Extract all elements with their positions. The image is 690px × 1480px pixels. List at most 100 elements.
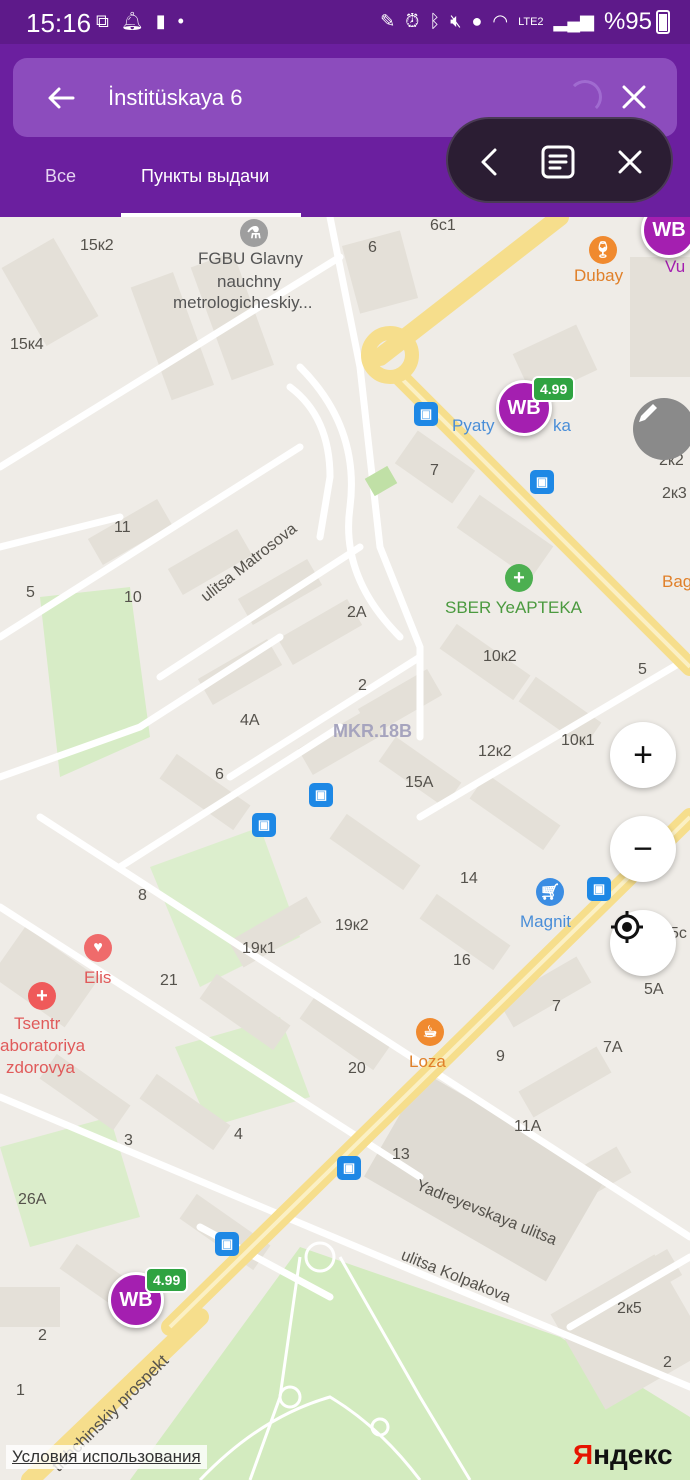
- network-label: LTE2: [518, 15, 544, 28]
- price-badge[interactable]: 4.99: [145, 1267, 189, 1293]
- location-icon: ●: [471, 11, 483, 31]
- district-label: MKR.18B: [333, 721, 413, 741]
- house-number: 4: [234, 1126, 243, 1143]
- house-number: 20: [348, 1060, 366, 1077]
- house-number: 2: [663, 1354, 672, 1371]
- close-icon[interactable]: [610, 142, 650, 182]
- house-number: 15к4: [10, 336, 44, 353]
- house-number: 10к1: [561, 732, 595, 749]
- house-number: 7А: [603, 1039, 623, 1056]
- house-number: 8: [138, 887, 147, 904]
- poi-label[interactable]: zdorovya: [6, 1058, 75, 1078]
- notification-icons: ⧉ 🔔︎ ▮ •: [96, 11, 184, 32]
- bluetooth-icon: ᛒ: [429, 11, 441, 31]
- bus-stop-icon[interactable]: ▣: [587, 877, 611, 901]
- alarm-icon: ⏰︎: [405, 11, 420, 31]
- signal-icon: ▂▄▆: [553, 11, 594, 31]
- poi-label[interactable]: Tsentr: [14, 1014, 60, 1034]
- list-icon[interactable]: [538, 142, 578, 182]
- house-number: 12к2: [478, 743, 512, 760]
- shopping-basket-icon[interactable]: 🛒︎: [536, 878, 564, 906]
- poi-label[interactable]: nauchny: [217, 272, 281, 292]
- house-number: 11: [114, 519, 131, 536]
- translate-icon: ⧉: [96, 11, 109, 31]
- house-number: 2к3: [662, 485, 687, 502]
- poi-label[interactable]: Vu: [665, 257, 685, 277]
- pharmacy-icon[interactable]: +: [505, 564, 533, 592]
- house-number: 2А: [347, 604, 367, 621]
- house-number: 10к2: [483, 648, 517, 665]
- house-number: 19к2: [335, 917, 369, 934]
- edit-button[interactable]: [633, 398, 690, 460]
- house-number: 26А: [18, 1191, 47, 1208]
- map-canvas: [0, 217, 690, 1480]
- house-number: 7: [430, 462, 439, 479]
- tab-pickup-points[interactable]: Пункты выдачи: [141, 166, 269, 187]
- tab-all[interactable]: Все: [45, 166, 76, 187]
- map[interactable]: 15к2 6 6с1 15к4 7 2к2 2к3 11 5 10 2А 10к…: [0, 217, 690, 1480]
- battery-icon: [656, 10, 670, 34]
- mute-icon: 🔇︎: [450, 11, 462, 31]
- house-number: 2: [38, 1327, 47, 1344]
- house-number: 10: [124, 589, 142, 606]
- house-number: 13: [392, 1146, 410, 1163]
- poi-label[interactable]: Dubay: [574, 266, 623, 286]
- message-icon: ▮: [155, 11, 166, 31]
- poi-label[interactable]: SBER YeAPTEKA: [445, 598, 582, 618]
- house-number: 15А: [405, 774, 434, 791]
- dot-icon: •: [177, 11, 184, 31]
- house-number: 15к2: [80, 237, 114, 254]
- terms-link[interactable]: Условия использования: [6, 1445, 207, 1469]
- loading-spinner: [568, 80, 602, 114]
- poi-label[interactable]: Pyaty: [452, 416, 495, 436]
- plus-icon: +: [633, 735, 653, 774]
- house-number: 5: [638, 661, 647, 678]
- microscope-icon[interactable]: ⚗: [240, 219, 268, 247]
- nav-pill: [446, 117, 673, 203]
- house-number: 4А: [240, 712, 260, 729]
- house-number: 14: [460, 870, 478, 887]
- minus-icon: −: [633, 829, 653, 868]
- wine-glass-icon[interactable]: 🍷︎: [589, 236, 617, 264]
- poi-label[interactable]: Magnit: [520, 912, 571, 932]
- status-bar: 15:16 ⧉ 🔔︎ ▮ • ✎ ⏰︎ ᛒ 🔇︎ ● ◠ LTE2 ▂▄▆ %9…: [0, 0, 690, 44]
- house-number: 5: [26, 584, 35, 601]
- coffee-cup-icon[interactable]: ☕︎: [416, 1018, 444, 1046]
- wifi-icon: ◠: [492, 11, 509, 31]
- poi-label[interactable]: aboratoriya: [0, 1036, 85, 1056]
- system-icons: ✎ ⏰︎ ᛒ 🔇︎ ● ◠ LTE2 ▂▄▆: [380, 11, 594, 32]
- house-number: 16: [453, 952, 471, 969]
- house-number: 9: [496, 1048, 505, 1065]
- house-number: 19к1: [242, 940, 276, 957]
- poi-label[interactable]: metrologicheskiy...: [173, 293, 313, 313]
- bus-stop-icon[interactable]: ▣: [530, 470, 554, 494]
- price-badge[interactable]: 4.99: [532, 376, 576, 402]
- poi-label[interactable]: FGBU Glavny: [198, 249, 303, 269]
- chevron-left-icon[interactable]: [470, 142, 510, 182]
- zoom-in-button[interactable]: +: [610, 722, 676, 788]
- poi-label[interactable]: Elis: [84, 968, 111, 988]
- poi-label[interactable]: Loza: [409, 1052, 446, 1072]
- poi-label[interactable]: ka: [553, 416, 571, 436]
- yandex-logo: Яндекс: [573, 1439, 673, 1470]
- house-number: 5А: [644, 981, 664, 998]
- medical-cross-icon[interactable]: +: [28, 982, 56, 1010]
- bus-stop-icon[interactable]: ▣: [337, 1156, 361, 1180]
- bus-stop-icon[interactable]: ▣: [414, 402, 438, 426]
- my-location-button[interactable]: [610, 910, 676, 976]
- bus-stop-icon[interactable]: ▣: [215, 1232, 239, 1256]
- back-arrow-icon[interactable]: [43, 80, 79, 116]
- tooth-icon[interactable]: ♥: [84, 934, 112, 962]
- bus-stop-icon[interactable]: ▣: [309, 783, 333, 807]
- pen-icon: ✎: [380, 11, 396, 31]
- zoom-out-button[interactable]: −: [610, 816, 676, 882]
- pencil-icon: [639, 404, 657, 422]
- poi-label[interactable]: Bag: [662, 572, 690, 592]
- house-number: 11А: [514, 1118, 542, 1135]
- status-time: 15:16: [26, 8, 92, 38]
- crosshair-icon: [611, 911, 643, 943]
- clear-search-button[interactable]: [619, 82, 649, 112]
- bus-stop-icon[interactable]: ▣: [252, 813, 276, 837]
- house-number: 21: [160, 972, 178, 989]
- search-input[interactable]: İnstitüskaya 6: [108, 85, 243, 111]
